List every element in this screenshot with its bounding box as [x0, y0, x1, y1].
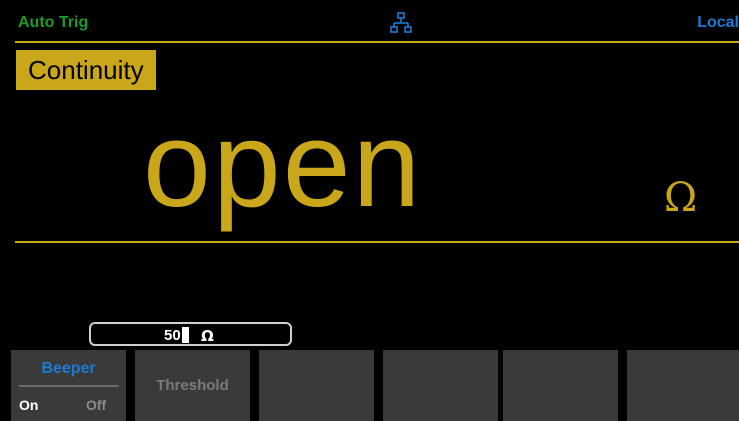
measurement-mode-label: Continuity	[16, 50, 156, 90]
threshold-softkey[interactable]: Threshold	[135, 350, 250, 421]
trigger-mode-label: Auto Trig	[18, 14, 89, 31]
remote-state-label: Local	[697, 14, 739, 31]
beeper-divider	[19, 385, 119, 387]
softkey-5[interactable]	[503, 350, 618, 421]
threshold-entry-field[interactable]: 50 Ω	[89, 322, 292, 346]
main-reading: open	[143, 96, 423, 232]
threshold-label: Threshold	[156, 377, 229, 394]
softkey-6[interactable]	[627, 350, 739, 421]
beeper-title: Beeper	[41, 360, 96, 377]
beeper-softkey[interactable]: Beeper On Off	[11, 350, 126, 421]
lan-icon	[390, 12, 412, 33]
status-bar: Auto Trig Local	[0, 0, 739, 40]
threshold-entry-unit: Ω	[201, 327, 214, 345]
top-divider	[15, 41, 739, 43]
bottom-divider	[15, 241, 739, 243]
text-cursor	[181, 327, 189, 343]
softkey-3[interactable]	[259, 350, 374, 421]
threshold-entry-value: 50	[164, 327, 189, 344]
reading-unit: Ω	[664, 175, 698, 221]
softkey-bar: Beeper On Off Threshold	[0, 350, 739, 421]
beeper-on-option[interactable]: On	[19, 397, 38, 413]
beeper-off-option[interactable]: Off	[86, 397, 106, 413]
softkey-4[interactable]	[383, 350, 498, 421]
